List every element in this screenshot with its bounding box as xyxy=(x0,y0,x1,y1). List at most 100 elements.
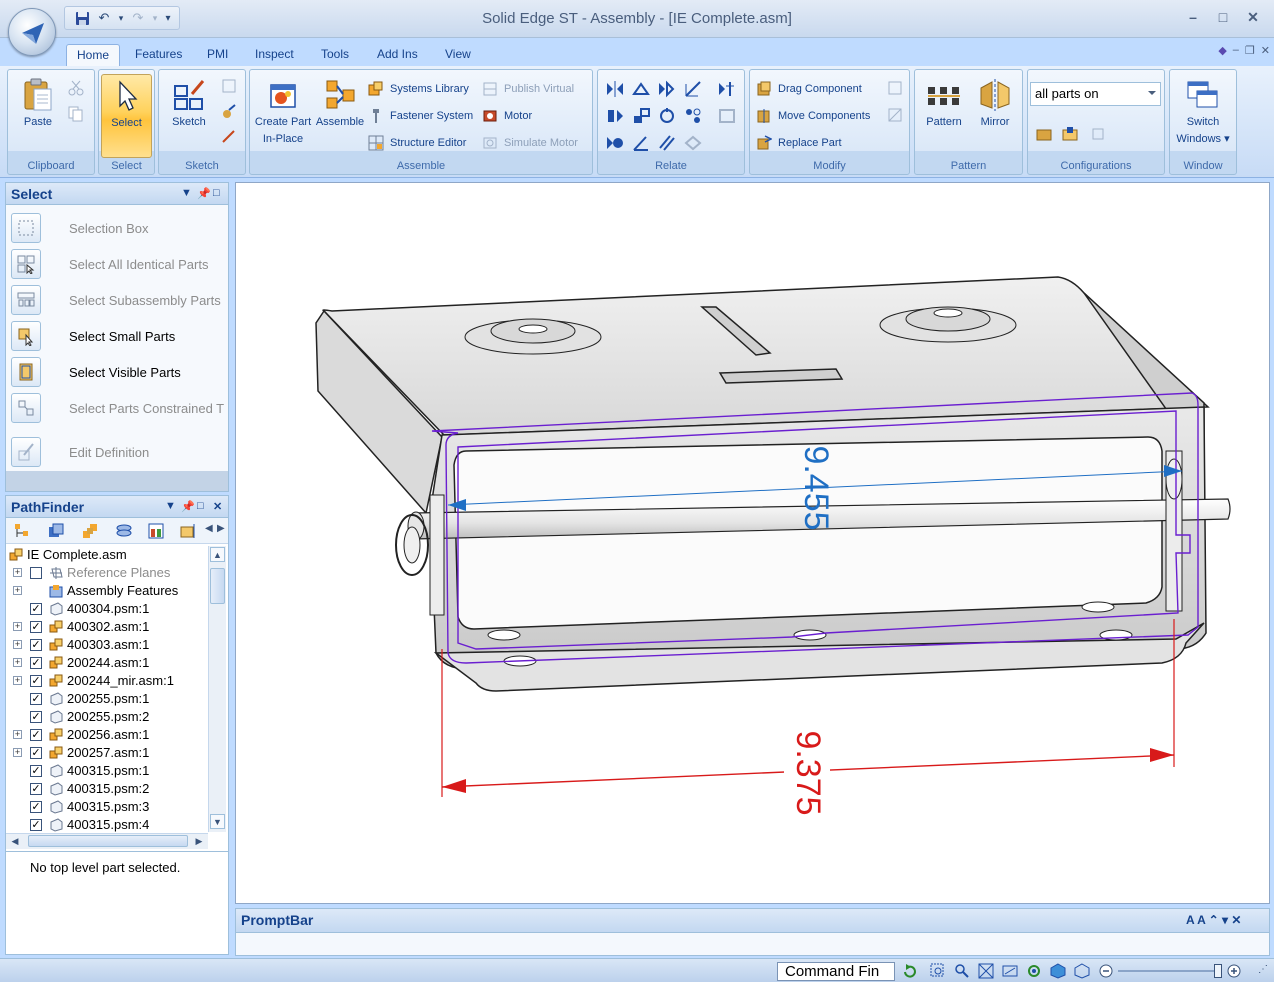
simulate-motor-button[interactable]: Simulate Motor xyxy=(482,132,578,154)
tree-row[interactable]: ✓ 400315.psm:4 xyxy=(6,816,208,832)
connect-icon[interactable] xyxy=(632,107,650,125)
modify-option-1-icon[interactable] xyxy=(887,80,903,96)
scroll-up-icon[interactable]: ▲ xyxy=(210,547,225,562)
visibility-checkbox[interactable]: ✓ xyxy=(30,711,42,723)
select-subassembly-parts-item[interactable]: Select Subassembly Parts xyxy=(11,285,221,315)
visibility-checkbox[interactable]: ✓ xyxy=(30,621,42,633)
panel-float-icon[interactable]: □ xyxy=(197,500,204,512)
tree-row[interactable]: + ✓ 400302.asm:1 xyxy=(6,618,208,636)
visibility-checkbox[interactable]: ✓ xyxy=(30,765,42,777)
zoom-slider-handle[interactable] xyxy=(1214,964,1222,978)
expand-icon[interactable]: + xyxy=(13,658,22,667)
pattern-button[interactable]: Pattern xyxy=(919,74,969,131)
graphics-window[interactable]: 9.455 9.375 xyxy=(235,182,1270,904)
replace-part-button[interactable]: Replace Part xyxy=(756,132,842,154)
select-small-parts-item[interactable]: Select Small Parts xyxy=(11,321,175,351)
panel-pin-icon[interactable]: 📌 xyxy=(181,500,195,513)
minimize-button[interactable]: – xyxy=(1182,9,1204,27)
copy-icon[interactable] xyxy=(68,106,84,122)
tab-pmi[interactable]: PMI xyxy=(197,44,238,66)
axial-align-icon[interactable] xyxy=(658,80,676,98)
customize-qat-icon[interactable]: ▾ xyxy=(163,9,173,27)
tree-row[interactable]: ✓ 400304.psm:1 xyxy=(6,600,208,618)
tab-home[interactable]: Home xyxy=(66,44,121,66)
publish-virtual-button[interactable]: Publish Virtual xyxy=(482,78,574,100)
visibility-checkbox[interactable]: ✓ xyxy=(30,747,42,759)
view-orientation-icon[interactable] xyxy=(1050,963,1066,979)
tree-row[interactable]: ✓ 200255.psm:2 xyxy=(6,708,208,726)
panel-float-icon[interactable]: □ xyxy=(213,187,220,199)
doc-restore-icon[interactable]: ❐ xyxy=(1245,44,1255,57)
motor-button[interactable]: Motor xyxy=(482,105,532,127)
tab-inspect[interactable]: Inspect xyxy=(245,44,304,66)
pan-icon[interactable] xyxy=(1002,963,1018,979)
config-1-icon[interactable] xyxy=(1036,126,1052,142)
visibility-checkbox[interactable]: ✓ xyxy=(30,639,42,651)
visibility-checkbox[interactable]: ✓ xyxy=(30,819,42,831)
panel-close-icon[interactable]: ✕ xyxy=(213,500,222,513)
visibility-checkbox[interactable]: ✓ xyxy=(30,657,42,669)
resize-grip-icon[interactable]: ⋰ xyxy=(1258,964,1268,975)
doc-close-icon[interactable]: ✕ xyxy=(1261,44,1270,57)
configuration-dropdown[interactable]: all parts on xyxy=(1030,82,1161,106)
move-components-button[interactable]: Move Components xyxy=(756,105,870,127)
tree-row[interactable]: ✓ 200255.psm:1 xyxy=(6,690,208,708)
insert-icon[interactable] xyxy=(684,80,702,98)
assemble-button[interactable]: Assemble xyxy=(314,74,366,131)
systems-library-button[interactable]: Systems Library xyxy=(368,78,469,100)
expand-icon[interactable]: + xyxy=(13,568,22,577)
rotate-icon[interactable] xyxy=(1026,963,1042,979)
visibility-checkbox[interactable]: ✓ xyxy=(30,693,42,705)
visibility-checkbox[interactable]: ✓ xyxy=(30,783,42,795)
tree-row[interactable]: IE Complete.asm xyxy=(6,546,208,564)
flashfit-icon[interactable] xyxy=(718,80,736,98)
zoom-out-icon[interactable] xyxy=(1098,963,1114,979)
mirror-button[interactable]: Mirror xyxy=(971,74,1019,131)
undo-icon[interactable]: ↶ xyxy=(95,9,113,27)
promptbar-controls[interactable]: A A ⌃ ▾ ✕ xyxy=(1186,913,1241,927)
create-part-in-place-button[interactable]: Create Part In-Place xyxy=(252,74,314,148)
mate-icon[interactable] xyxy=(606,80,624,98)
sketch-tool-1-icon[interactable] xyxy=(221,78,237,94)
tree-row[interactable]: + ✓ 200244.asm:1 xyxy=(6,654,208,672)
assembly-pathfinder-icon[interactable] xyxy=(14,523,30,539)
tree-horizontal-scrollbar[interactable]: ◀ ▶ xyxy=(6,833,208,849)
sketch-tool-3-icon[interactable] xyxy=(221,128,237,144)
tangent-icon[interactable] xyxy=(684,107,702,125)
scroll-right-icon[interactable]: ▶ xyxy=(192,834,206,848)
modify-option-2-icon[interactable] xyxy=(887,107,903,123)
planar-align-icon[interactable] xyxy=(632,80,650,98)
refresh-icon[interactable] xyxy=(902,963,918,979)
expand-icon[interactable]: + xyxy=(13,730,22,739)
horizontal-scroll-thumb[interactable] xyxy=(28,835,188,847)
angle-icon[interactable] xyxy=(658,107,676,125)
application-button[interactable] xyxy=(8,8,56,56)
scroll-thumb[interactable] xyxy=(210,568,225,604)
switch-windows-button[interactable]: Switch Windows ▾ xyxy=(1172,74,1234,148)
select-all-identical-parts-item[interactable]: Select All Identical Parts xyxy=(11,249,208,279)
structure-editor-button[interactable]: Structure Editor xyxy=(368,132,466,154)
config-3-icon[interactable] xyxy=(1090,126,1106,142)
selection-box-item[interactable]: Selection Box xyxy=(11,213,149,243)
tree-row[interactable]: + ✓ 200256.asm:1 xyxy=(6,726,208,744)
redo-icon[interactable]: ↷ xyxy=(129,9,147,27)
select-button[interactable]: Select xyxy=(101,74,152,158)
sketch-button[interactable]: Sketch xyxy=(163,74,215,131)
cut-icon[interactable] xyxy=(68,80,84,96)
zoom-slider-track[interactable] xyxy=(1118,970,1222,972)
tree-row[interactable]: + ✓ 200257.asm:1 xyxy=(6,744,208,762)
scroll-down-icon[interactable]: ▼ xyxy=(210,814,225,829)
fastener-system-button[interactable]: Fastener System xyxy=(368,105,473,127)
panel-menu-icon[interactable]: ▼ xyxy=(165,500,176,512)
parts-view-icon[interactable] xyxy=(48,523,64,539)
tree-row[interactable]: + ✓ 200244_mir.asm:1 xyxy=(6,672,208,690)
save-icon[interactable] xyxy=(73,9,91,27)
undo-dropdown-icon[interactable]: ▾ xyxy=(117,9,125,27)
layers-view-icon[interactable] xyxy=(116,523,132,539)
sketch-tool-2-icon[interactable] xyxy=(221,104,237,120)
visibility-checkbox[interactable]: ✓ xyxy=(30,729,42,741)
tab-scroll-right-icon[interactable]: ▶ xyxy=(217,523,225,534)
command-finder-input[interactable]: Command Fin xyxy=(777,962,895,981)
panel-menu-icon[interactable]: ▼ xyxy=(181,187,192,199)
scroll-left-icon[interactable]: ◀ xyxy=(8,834,22,848)
